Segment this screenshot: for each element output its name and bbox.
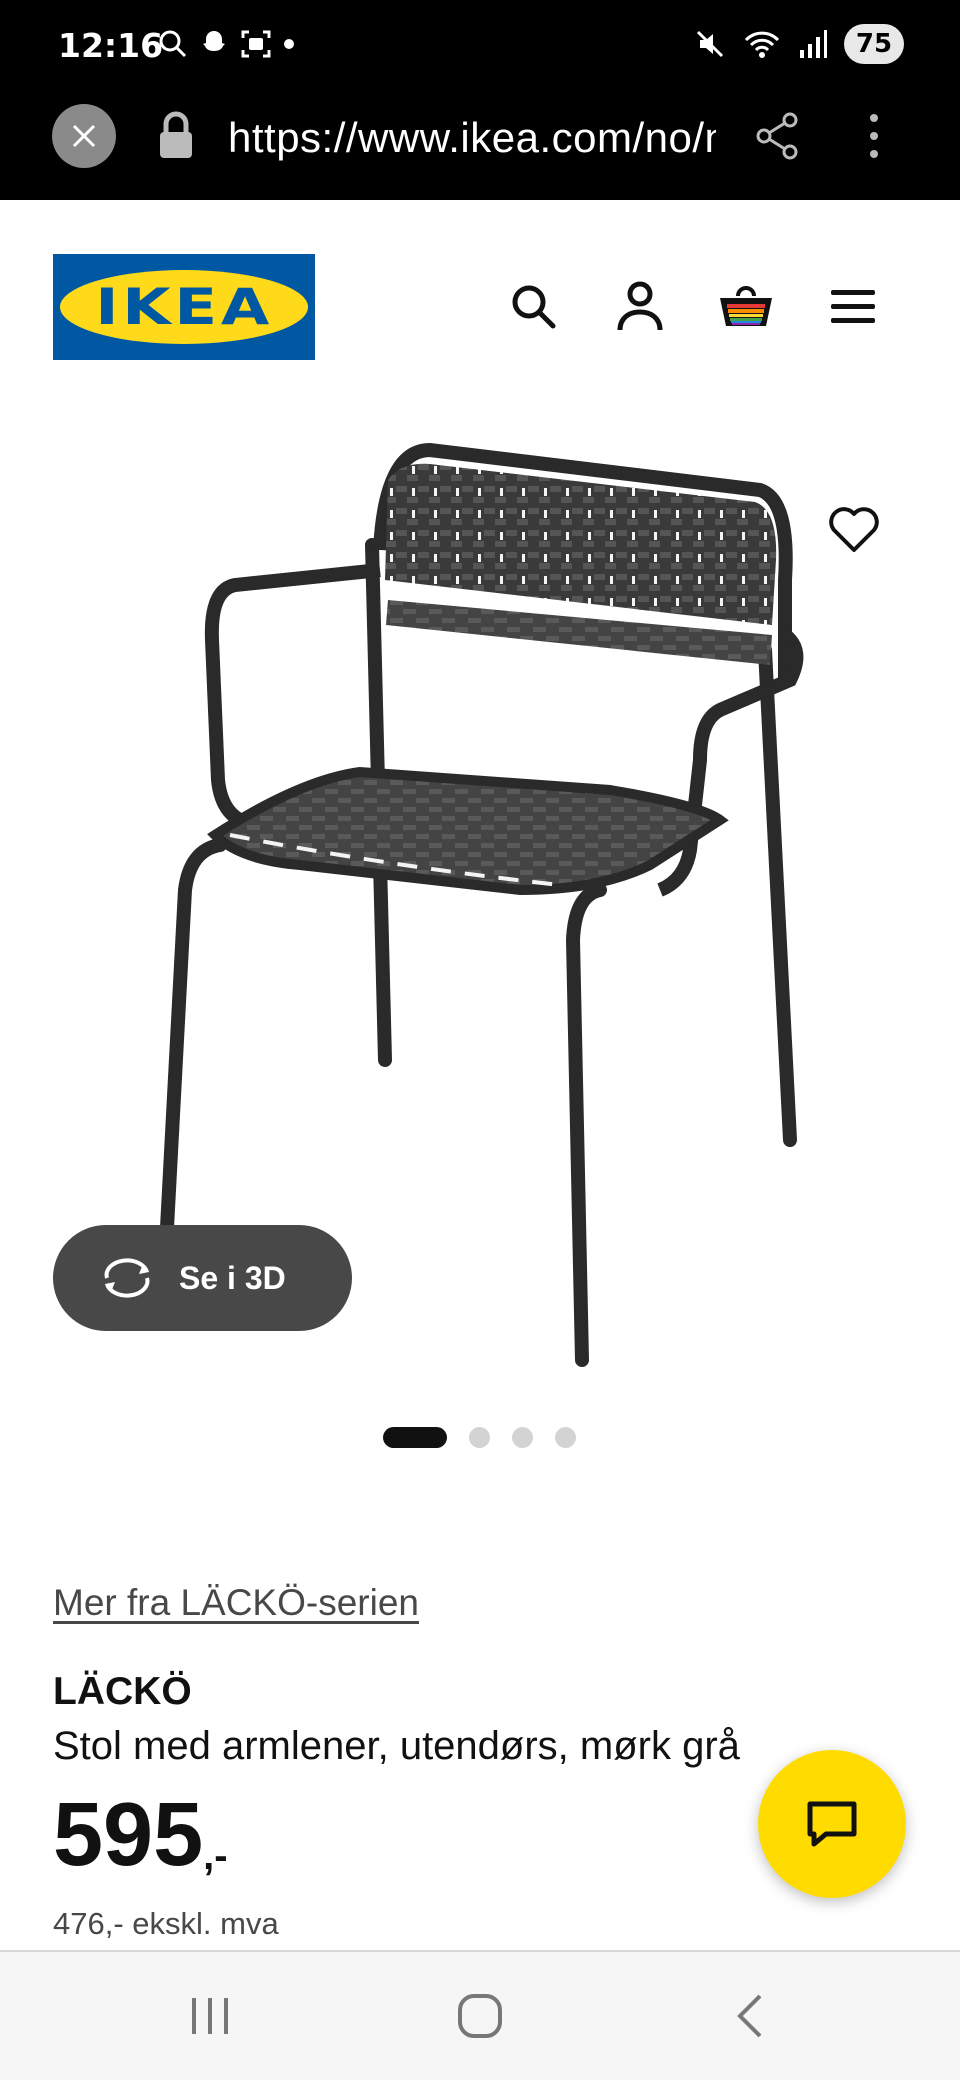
browser-toolbar: https://www.ikea.com/no/no/p/lacko [0, 92, 960, 200]
chat-button[interactable] [758, 1750, 906, 1898]
series-link[interactable]: Mer fra LÄCKÖ-serien [53, 1582, 419, 1624]
wifi-icon [744, 31, 780, 58]
snapchat-icon [203, 31, 225, 51]
pagination-dot-1[interactable] [383, 1427, 447, 1448]
recent-apps-icon [192, 1998, 228, 2034]
view-3d-label: Se i 3D [179, 1259, 286, 1296]
close-tab-button[interactable] [52, 104, 116, 168]
home-button[interactable] [450, 1986, 510, 2046]
price-suffix: ,- [203, 1834, 228, 1878]
product-name: LÄCKÖ [53, 1670, 192, 1713]
status-icons-left [158, 28, 296, 60]
heart-icon[interactable] [826, 502, 882, 558]
rotate-3d-icon [104, 1258, 150, 1298]
account-button[interactable] [612, 278, 668, 334]
dot-icon [284, 39, 294, 49]
lock-icon [160, 111, 192, 158]
cart-icon [720, 286, 772, 326]
share-icon[interactable] [752, 110, 804, 162]
system-nav-bar [0, 1950, 960, 2080]
gallery-pagination [383, 1427, 576, 1448]
mute-icon [696, 30, 724, 58]
search-icon [159, 30, 187, 58]
price-integer: 595 [53, 1785, 204, 1885]
home-icon [458, 1994, 502, 2038]
close-icon [72, 124, 96, 148]
chat-icon [807, 1801, 857, 1847]
back-icon [737, 1994, 762, 2038]
status-bar: 12:16 75 [0, 0, 960, 92]
ikea-logo[interactable]: IKEA [53, 254, 315, 360]
search-button[interactable] [505, 278, 561, 334]
url-field[interactable]: https://www.ikea.com/no/no/p/lacko [228, 114, 716, 162]
logo-oval: IKEA [60, 270, 308, 344]
pagination-dot-2[interactable] [469, 1427, 490, 1448]
menu-icon [831, 290, 875, 323]
back-button[interactable] [720, 1986, 780, 2046]
signal-icon [800, 30, 827, 58]
battery-indicator: 75 [844, 24, 904, 64]
product-description: Stol med armlener, utendørs, mørk grå [53, 1724, 740, 1768]
view-3d-button[interactable]: Se i 3D [53, 1225, 352, 1331]
pagination-dot-4[interactable] [555, 1427, 576, 1448]
status-time: 12:16 [58, 26, 164, 65]
cart-button[interactable] [718, 278, 774, 334]
price-ex-vat: 476,- ekskl. mva [53, 1906, 279, 1941]
logo-text: IKEA [95, 278, 273, 336]
account-icon [617, 281, 663, 331]
pagination-dot-3[interactable] [512, 1427, 533, 1448]
menu-button[interactable] [825, 278, 881, 334]
status-icons-right: 75 [694, 24, 904, 64]
search-icon [512, 285, 556, 329]
recent-apps-button[interactable] [180, 1986, 240, 2046]
more-vertical-icon[interactable] [862, 110, 886, 162]
price: 595 ,- [53, 1790, 228, 1880]
screenshot-icon [241, 30, 271, 58]
